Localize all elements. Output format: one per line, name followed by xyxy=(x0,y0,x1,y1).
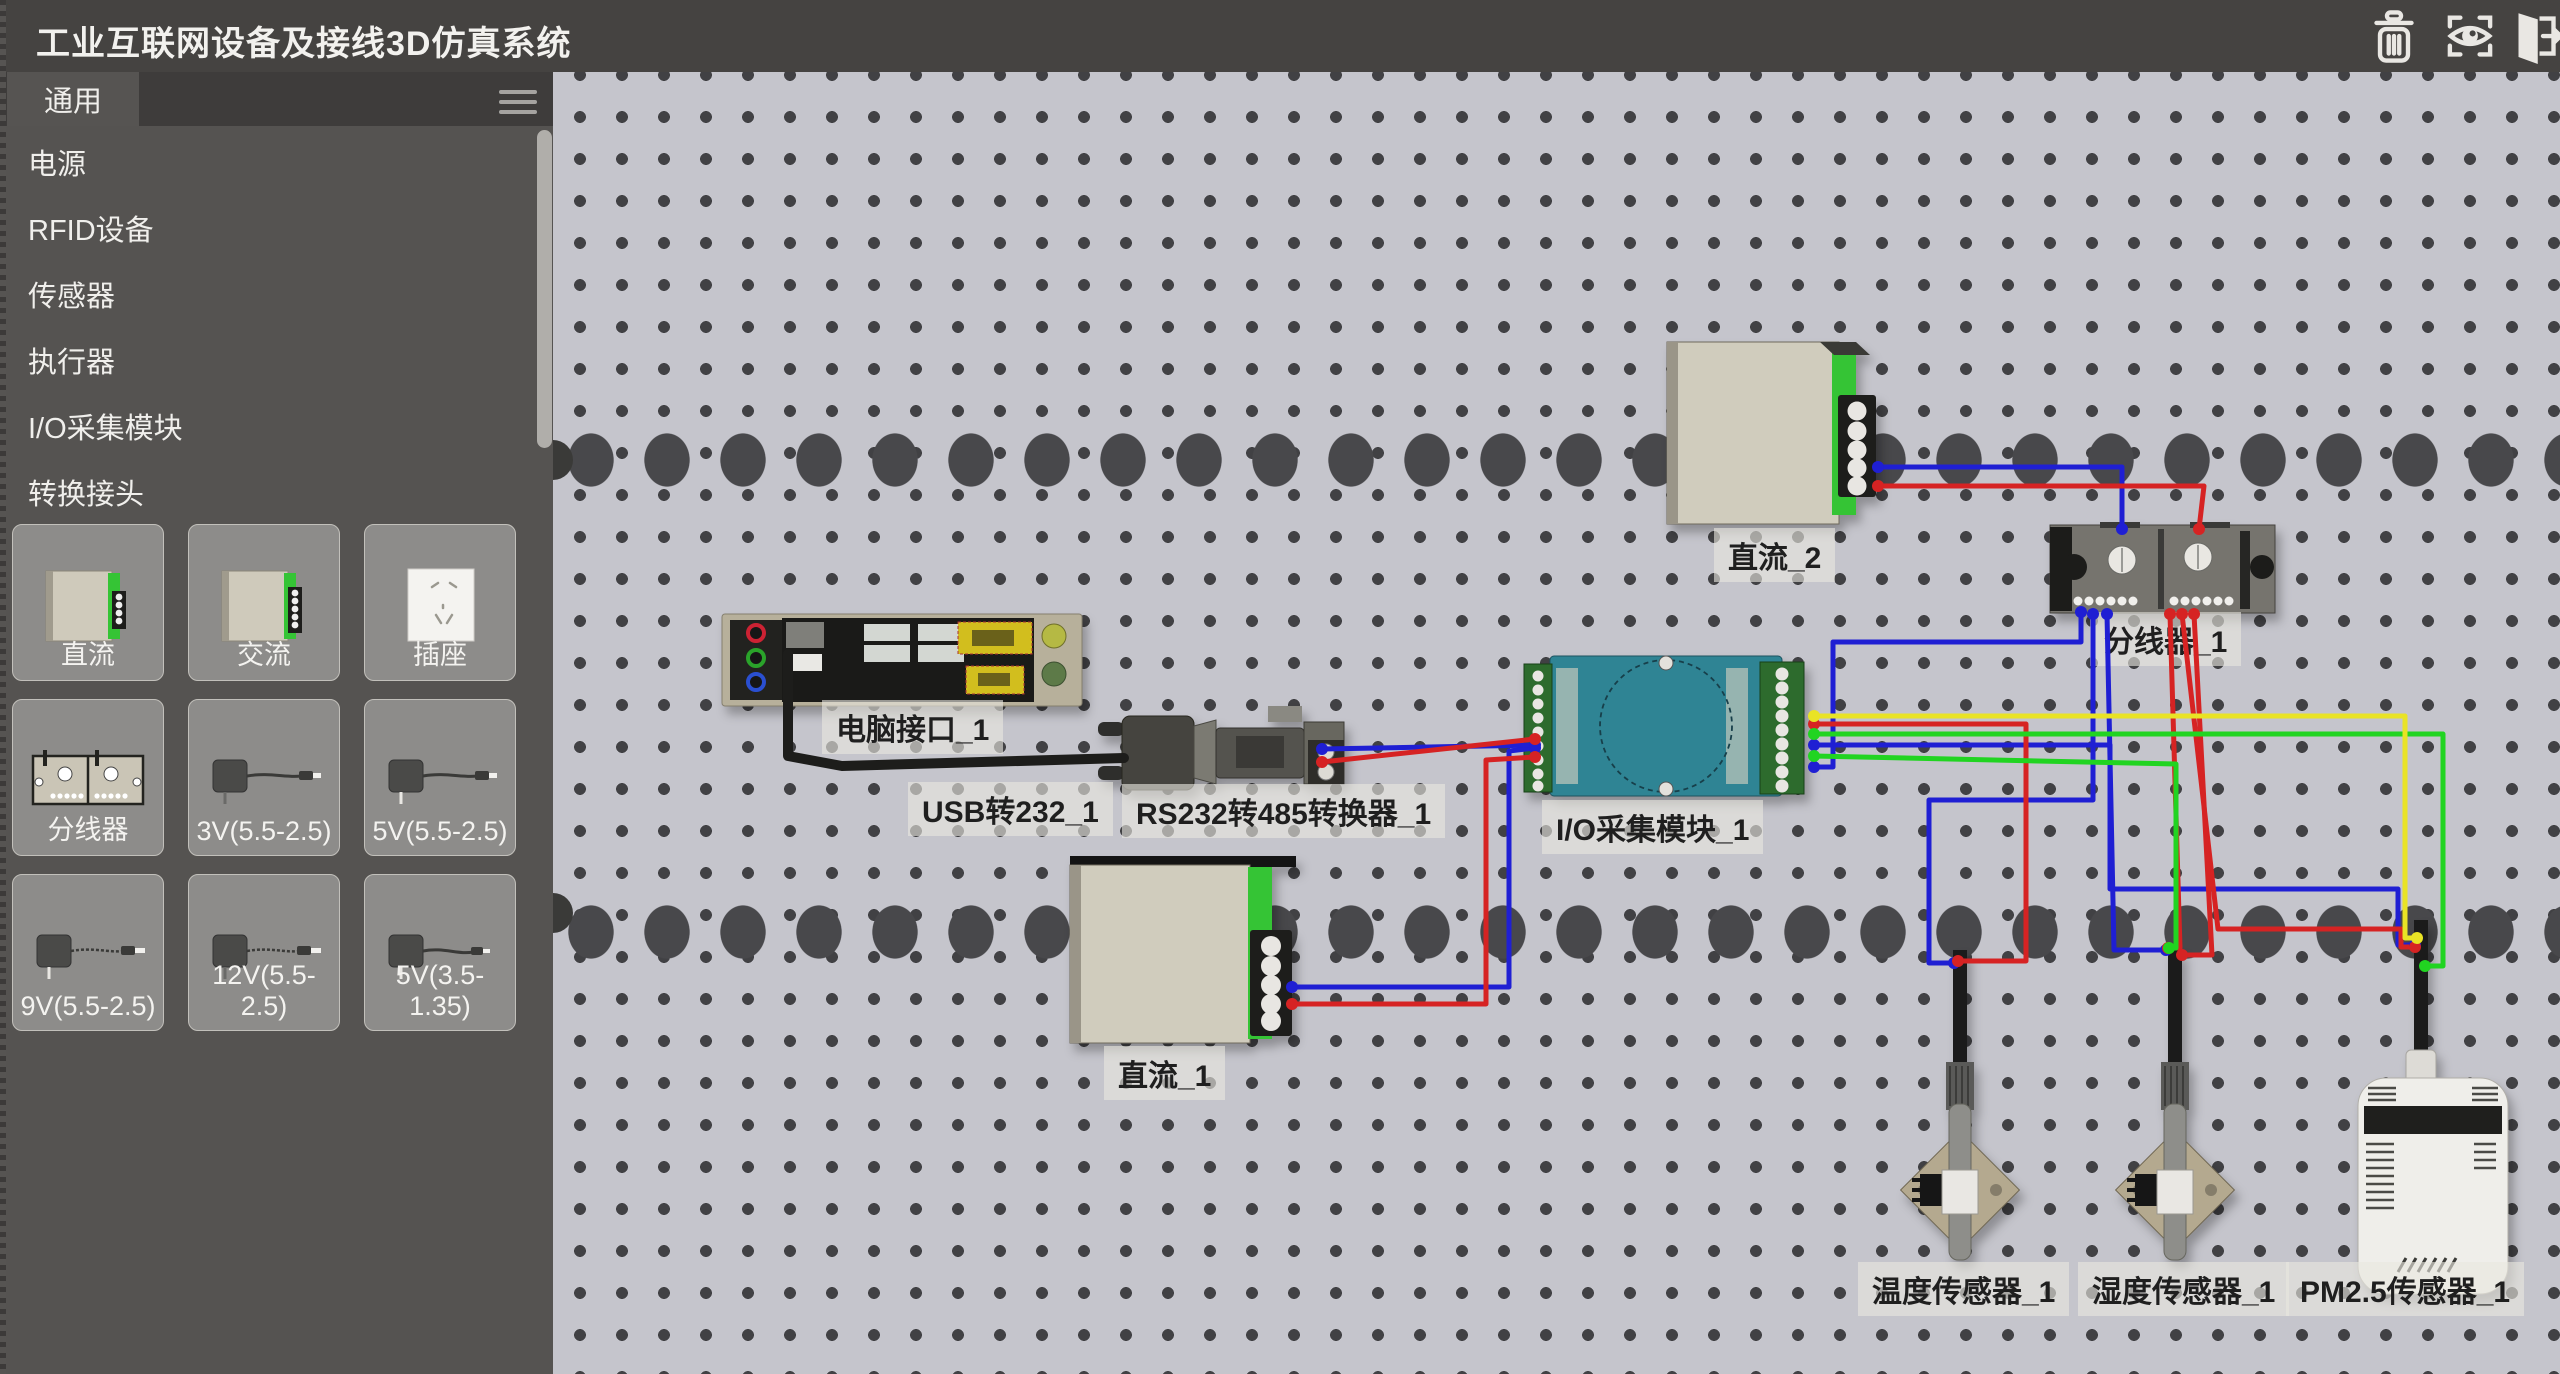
eye-icon xyxy=(2442,8,2498,64)
sidebar-item-power[interactable]: 电源 xyxy=(0,132,553,198)
sidebar-scrollbar[interactable] xyxy=(537,130,552,448)
palette-tile-9v[interactable]: 9V(5.5-2.5) xyxy=(12,874,164,1031)
palette-tile-5v-slim[interactable]: 5V(3.5-1.35) xyxy=(364,874,516,1031)
exit-button[interactable] xyxy=(2508,8,2560,64)
device-io-module[interactable] xyxy=(1520,650,1820,800)
palette-label: 5V(5.5-2.5) xyxy=(365,816,515,847)
power-adapter-icon xyxy=(199,742,329,822)
label-dc-2: 直流_2 xyxy=(1714,528,1835,582)
palette-label: 3V(5.5-2.5) xyxy=(189,816,339,847)
palette-tile-ac[interactable]: 交流 xyxy=(188,524,340,681)
device-dc-power-1[interactable] xyxy=(1062,850,1302,1050)
device-humidity-sensor[interactable] xyxy=(2105,950,2245,1310)
device-computer-port[interactable] xyxy=(718,608,1088,708)
sidebar-tab-bar: 通用 xyxy=(0,72,553,126)
palette-label: 分线器 xyxy=(13,808,163,847)
device-dc-power-2[interactable] xyxy=(1660,335,1890,535)
sidebar-item-sensor[interactable]: 传感器 xyxy=(0,264,553,330)
palette-label: 插座 xyxy=(365,633,515,672)
palette-tile-12v[interactable]: 12V(5.5-2.5) xyxy=(188,874,340,1031)
trash-icon xyxy=(2366,8,2422,64)
preview-button[interactable] xyxy=(2442,8,2498,64)
sidebar-item-adapter[interactable]: 转换接头 xyxy=(0,462,553,528)
delete-button[interactable] xyxy=(2366,8,2422,64)
palette-label: 9V(5.5-2.5) xyxy=(13,991,163,1022)
app-window: 工业互联网设备及接线3D仿真系统 xyxy=(0,0,2560,1374)
palette-tile-splitter[interactable]: 分线器 xyxy=(12,699,164,856)
sidebar-menu: 电源 RFID设备 传感器 执行器 I/O采集模块 转换接头 xyxy=(0,132,553,528)
label-temperature-sensor: 温度传感器_1 xyxy=(1858,1262,2069,1316)
label-usb-serial: USB转232_1 xyxy=(908,782,1113,836)
device-palette: 直流 交流 xyxy=(12,524,542,1031)
power-adapter-icon xyxy=(23,917,153,997)
exit-icon xyxy=(2508,8,2560,64)
palette-label: 直流 xyxy=(13,633,163,672)
pegboard-large-holes xyxy=(553,1358,2560,1374)
label-io-module: I/O采集模块_1 xyxy=(1542,800,1763,854)
palette-label: 5V(3.5-1.35) xyxy=(365,960,515,1022)
device-splitter-1[interactable] xyxy=(2040,515,2285,620)
sidebar: 通用 电源 RFID设备 传感器 执行器 I/O采集模块 转换接头 xyxy=(0,72,553,1374)
palette-label: 12V(5.5-2.5) xyxy=(189,960,339,1022)
window-left-edge xyxy=(0,0,6,1374)
palette-tile-3v[interactable]: 3V(5.5-2.5) xyxy=(188,699,340,856)
label-splitter-1: 分线器_1 xyxy=(2090,612,2241,666)
label-rs232-485: RS232转485转换器_1 xyxy=(1122,784,1445,838)
palette-label: 交流 xyxy=(189,633,339,672)
sidebar-item-io-module[interactable]: I/O采集模块 xyxy=(0,396,553,462)
palette-tile-dc[interactable]: 直流 xyxy=(12,524,164,681)
sidebar-item-rfid[interactable]: RFID设备 xyxy=(0,198,553,264)
header-bar: 工业互联网设备及接线3D仿真系统 xyxy=(0,0,2560,72)
palette-tile-socket[interactable]: 插座 xyxy=(364,524,516,681)
power-adapter-icon xyxy=(375,742,505,822)
label-pm25-sensor: PM2.5传感器_1 xyxy=(2286,1262,2524,1316)
sidebar-item-actuator[interactable]: 执行器 xyxy=(0,330,553,396)
label-dc-1: 直流_1 xyxy=(1104,1046,1225,1100)
tab-general[interactable]: 通用 xyxy=(7,72,139,126)
pegboard-large-holes xyxy=(553,900,2560,964)
device-temperature-sensor[interactable] xyxy=(1890,950,2030,1310)
hamburger-menu-icon[interactable] xyxy=(499,84,537,114)
label-humidity-sensor: 湿度传感器_1 xyxy=(2078,1262,2289,1316)
pegboard-large-holes xyxy=(553,428,2560,492)
page-title: 工业互联网设备及接线3D仿真系统 xyxy=(36,16,571,65)
label-computer-port: 电脑接口_1 xyxy=(822,700,1003,754)
device-pm25-sensor[interactable] xyxy=(2340,920,2520,1305)
palette-tile-5v[interactable]: 5V(5.5-2.5) xyxy=(364,699,516,856)
